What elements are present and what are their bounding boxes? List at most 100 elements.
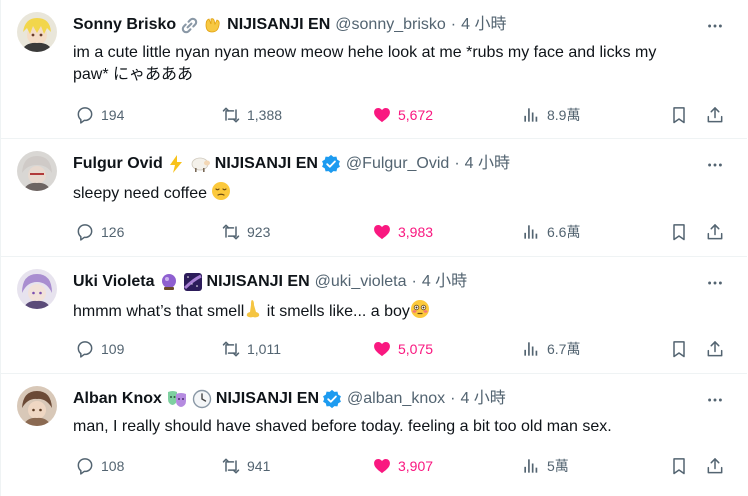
views-button[interactable]: 6.7萬: [521, 335, 580, 363]
user-handle[interactable]: @uki_violeta: [315, 271, 407, 293]
tweet-text-line: paw* にゃあああ: [73, 66, 194, 83]
tweet[interactable]: Fulgur Ovid NIJISANJI EN @Fulgur_Ovid · …: [1, 139, 747, 257]
heart-icon: [374, 342, 390, 357]
display-name[interactable]: Uki Violeta: [73, 271, 155, 293]
view-count: 8.9萬: [547, 107, 581, 123]
display-name[interactable]: Fulgur Ovid: [73, 153, 163, 175]
tweet-text: hmmm what’s that smell it smells like...…: [73, 299, 733, 326]
tweet[interactable]: Sonny Brisko NIJISANJI EN @sonny_brisko …: [1, 0, 747, 139]
separator-dot: ·: [411, 273, 417, 290]
view-count: 6.7萬: [547, 341, 581, 357]
views-button[interactable]: 5萬: [521, 452, 569, 480]
timestamp[interactable]: 4 小時: [422, 271, 467, 293]
share-icon: [707, 107, 723, 123]
action-bar: 194 1,388 5,672 8.9萬: [67, 101, 735, 129]
repost-icon: [222, 341, 240, 357]
tweet[interactable]: Uki Violeta NIJISANJI EN @uki_violeta · …: [1, 257, 747, 374]
like-button[interactable]: 5,075: [372, 335, 433, 363]
more-options-icon[interactable]: [705, 273, 725, 293]
reply-count: 194: [101, 107, 125, 123]
tweet-header: Sonny Brisko NIJISANJI EN @sonny_brisko …: [73, 14, 506, 36]
affiliation-label: NIJISANJI EN: [214, 155, 318, 172]
like-count: 5,075: [398, 341, 434, 357]
affiliation-label: NIJISANJI EN: [206, 273, 310, 290]
tweet-text-part: hmmm what’s that smell: [73, 303, 245, 320]
avatar[interactable]: [17, 151, 57, 191]
reply-button[interactable]: 194: [75, 101, 124, 129]
bookmark-button[interactable]: [669, 452, 689, 480]
like-button[interactable]: 3,907: [372, 452, 433, 480]
views-button[interactable]: 8.9萬: [521, 101, 580, 129]
user-handle[interactable]: @alban_knox: [347, 388, 445, 410]
views-bar-chart-icon: [524, 108, 538, 122]
avatar[interactable]: [17, 386, 57, 426]
views-button[interactable]: 6.6萬: [521, 218, 580, 246]
bookmark-icon: [673, 107, 685, 124]
reply-count: 108: [101, 458, 125, 474]
repost-icon: [222, 224, 240, 240]
like-count: 3,907: [398, 458, 434, 474]
separator-dot: ·: [450, 16, 457, 33]
share-button[interactable]: [705, 101, 725, 129]
share-button[interactable]: [705, 452, 725, 480]
view-count: 5萬: [547, 458, 569, 474]
repost-button[interactable]: 1,011: [221, 335, 281, 363]
more-options-icon[interactable]: [705, 390, 725, 410]
user-handle[interactable]: @Fulgur_Ovid: [346, 153, 449, 175]
like-count: 3,983: [398, 224, 434, 240]
repost-button[interactable]: 923: [221, 218, 270, 246]
action-bar: 109 1,011 5,075 6.7萬: [67, 335, 735, 363]
bookmark-button[interactable]: [669, 101, 689, 129]
timestamp[interactable]: 4 小時: [461, 14, 506, 36]
heart-icon: [374, 225, 390, 240]
like-button[interactable]: 5,672: [372, 101, 433, 129]
bookmark-icon: [673, 341, 685, 358]
separator-dot: ·: [454, 155, 460, 172]
reply-count: 126: [101, 224, 125, 240]
display-name[interactable]: Alban Knox: [73, 388, 162, 410]
reply-icon: [77, 107, 93, 124]
timestamp[interactable]: 4 小時: [460, 388, 505, 410]
reply-button[interactable]: 126: [75, 218, 124, 246]
views-bar-chart-icon: [524, 459, 538, 473]
repost-count: 1,388: [247, 107, 283, 123]
user-handle[interactable]: @sonny_brisko: [335, 14, 446, 36]
verified-badge-icon: [322, 389, 342, 409]
more-options-icon[interactable]: [705, 155, 725, 175]
share-icon: [707, 224, 723, 240]
tweet-header: Alban Knox NIJISANJI EN @alban_knox · 4 …: [73, 388, 506, 410]
avatar[interactable]: [17, 12, 57, 52]
share-button[interactable]: [705, 335, 725, 363]
reply-button[interactable]: 108: [75, 452, 124, 480]
tweet-text-content: man, I really should have shaved before …: [73, 418, 612, 435]
avatar[interactable]: [17, 269, 57, 309]
action-bar: 126 923 3,983 6.6萬: [67, 218, 735, 246]
separator-dot: ·: [450, 390, 456, 407]
timestamp[interactable]: 4 小時: [465, 153, 510, 175]
repost-count: 923: [247, 224, 271, 240]
display-name[interactable]: Sonny Brisko: [73, 14, 176, 36]
tweet-header: Fulgur Ovid NIJISANJI EN @Fulgur_Ovid · …: [73, 153, 510, 175]
flushed-face-icon: [410, 299, 430, 326]
more-options-icon[interactable]: [705, 16, 725, 36]
like-button[interactable]: 3,983: [372, 218, 433, 246]
share-button[interactable]: [705, 218, 725, 246]
tweet-text-content: sleepy need coffee: [73, 185, 208, 202]
reply-icon: [77, 458, 93, 475]
like-count: 5,672: [398, 107, 434, 123]
tweet[interactable]: Alban Knox NIJISANJI EN @alban_knox · 4 …: [1, 374, 747, 496]
bookmark-button[interactable]: [669, 218, 689, 246]
heart-icon: [374, 108, 390, 123]
nose-icon: [244, 299, 262, 326]
clap-hands-icon: [203, 15, 223, 35]
repost-count: 941: [247, 458, 271, 474]
crystal-ball-icon: [159, 272, 179, 292]
tweet-header: Uki Violeta NIJISANJI EN @uki_violeta · …: [73, 271, 467, 293]
views-bar-chart-icon: [524, 225, 538, 239]
reply-button[interactable]: 109: [75, 335, 124, 363]
repost-button[interactable]: 1,388: [221, 101, 282, 129]
repost-button[interactable]: 941: [221, 452, 270, 480]
lightning-icon: [167, 154, 185, 174]
share-icon: [707, 458, 723, 474]
bookmark-button[interactable]: [669, 335, 689, 363]
